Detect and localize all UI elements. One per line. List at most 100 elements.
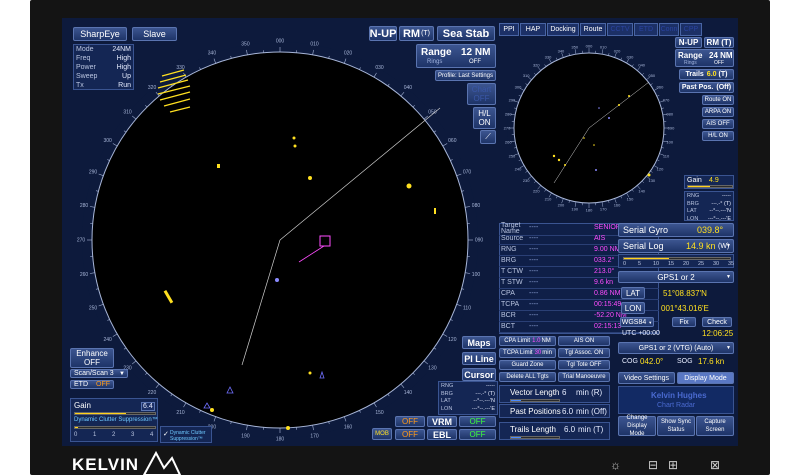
brightness-icon[interactable]: ☼ [610,458,621,472]
past-positions-control[interactable]: Past Positions 6.0 min (Off) [499,404,610,418]
plus-icon[interactable]: ⊞ [668,458,678,472]
sharpeye-button[interactable]: SharpEye [73,27,127,41]
etd-button[interactable]: ETD OFF [70,380,114,389]
target-field-label: RNG [501,246,517,253]
video-settings-button[interactable]: Video Settings [618,372,675,384]
hl-on-button[interactable]: H/L ON [702,131,734,141]
brand-panel: Kelvin Hughes Chart Radar [618,386,734,414]
mini-rm-button[interactable]: RM (T) [704,37,734,48]
mini-past-pos-button[interactable]: Past Pos. (Off) [679,82,734,93]
hl-button[interactable]: H/L ON [473,107,496,129]
tab-conn[interactable]: Conn [659,23,679,36]
guard-zone-button[interactable]: Guard Zone [499,360,556,370]
bearing-label: 110 [463,306,471,312]
mob-button[interactable]: MOB [372,428,392,440]
route-on-button[interactable]: Route ON [702,95,734,105]
ais-off-button[interactable]: AIS OFF [702,119,734,129]
dcs-slider[interactable] [74,426,156,429]
off-indicator-1[interactable]: OFF [395,416,425,427]
lat-button[interactable]: LAT [621,287,645,299]
datum-value: WGS84 [621,318,647,326]
delete-all-targets-button[interactable]: Delete ALL Tgts [499,372,556,382]
slave-button[interactable]: Slave [132,27,177,41]
tab-route[interactable]: Route [580,23,606,36]
ebl-state[interactable]: OFF [459,429,496,440]
mini-range-control[interactable]: Range 24 NM Rings OFF [675,49,734,67]
bearing-label: 060 [448,138,457,144]
serial-gyro-panel[interactable]: Serial Gyro 039.8° [618,223,734,237]
target-field-dash: ---- [529,301,539,308]
mini-trails-button[interactable]: Trails 6.0 (T) [679,69,734,80]
trial-manoeuvre-button[interactable]: Trial Manoeuvre [558,372,610,382]
tgl-assoc-button[interactable]: Tgl Assoc. ON [558,348,610,358]
nup-button[interactable]: N-UP [369,26,397,41]
bearing-label: 200 [558,203,565,208]
cursor-button[interactable]: Cursor [462,368,496,381]
cursor-readout: RNG ----- BRG ---.-° (T) LAT --°--.---'N LON --… [438,381,498,415]
minus-icon[interactable]: ⊟ [648,458,658,472]
maps-button[interactable]: Maps [462,336,496,349]
cpa-limit-button[interactable]: CPA Limit 1.0 NM [499,336,556,346]
target-field-dash: ---- [529,323,539,330]
show-sync-status-button[interactable]: Show Sync Status [657,416,695,436]
target-field-value: 9.00 NM [594,246,621,253]
info-value: 24NM [112,46,131,53]
lon-button[interactable]: LON [621,302,645,314]
menu-icon[interactable]: ⊠ [710,458,720,472]
profile-button[interactable]: Profile: Last Settings [435,70,496,81]
sog-value: 17.6 kn [698,357,725,366]
sea-stab-button[interactable]: Sea Stab [437,26,495,41]
vtg-source-button[interactable]: GPS1 or 2 (VTG) (Auto) ▼ [618,342,734,354]
rm-button[interactable]: RM (T) [399,26,434,41]
rm-label: RM [402,27,421,40]
target-field-label: BCT [501,323,515,330]
display-mode-button[interactable]: Display Mode [677,372,734,384]
target-field-dash: ---- [529,290,539,297]
off-indicator-2[interactable]: OFF [395,429,425,440]
bearing-label: 110 [663,154,670,159]
capture-screen-button[interactable]: Capture Screen [696,416,734,436]
datum-select[interactable]: WGS84 ▼ [620,317,654,327]
bearing-label: 210 [545,197,552,202]
cpa-limit-label: CPA Limit [504,338,531,344]
tab-etd[interactable]: ETD [634,23,658,36]
vrm-button[interactable]: VRM [427,416,457,427]
mini-ppi[interactable]: 000 010 020 030 040050 060 070 080 090 100 110 120 1… [499,38,679,218]
tcpa-limit-value: 30 [534,350,542,356]
tab-docking[interactable]: Docking [547,23,579,36]
mini-gain-slider[interactable] [687,185,733,188]
chart-button[interactable]: Chart OFF [467,83,496,105]
vector-length-control[interactable]: Vector Length 6 min (R) [499,385,610,403]
scan-select[interactable]: Scan/Scan 3 ▼ [70,369,128,378]
gps-source-button[interactable]: GPS1 or 2 ▼ [618,271,734,283]
tab-cctv[interactable]: CCTV [607,23,633,36]
tab-ppi[interactable]: PPI [499,23,519,36]
check-button[interactable]: Check [702,317,732,327]
bearing-label: 100 [666,140,673,145]
mini-nup-button[interactable]: N-UP [675,37,702,48]
change-display-mode-button[interactable]: Change Display Mode [618,415,656,437]
tcpa-limit-button[interactable]: TCPA Limit 30 min [499,348,556,358]
arpa-on-button[interactable]: ARPA ON [702,107,734,117]
tgl-tote-button[interactable]: Tgl Tote OFF [558,360,610,370]
vector-length-slider[interactable] [510,399,560,402]
tab-hap[interactable]: HAP [520,23,546,36]
tab-cpp[interactable]: CPP [680,23,702,36]
gain-slider[interactable] [74,412,156,415]
dcs-toggle[interactable]: ✓ Dynamic Clutter Suppression™ [160,426,212,443]
enhance-button[interactable]: Enhance OFF [70,348,114,368]
info-label: Power [76,64,96,71]
fix-button[interactable]: Fix [672,317,696,327]
ebl-button[interactable]: EBL [427,429,457,440]
serial-log-panel[interactable]: Serial Log 14.9 kn (W) ▼ [618,239,734,253]
pi-line-button[interactable]: PI Line [462,352,496,365]
chevron-down-icon: ▼ [648,319,653,325]
measure-tool-button[interactable]: ⟋ [480,130,496,144]
target-field-label: T CTW [501,268,524,275]
range-control[interactable]: Range 12 NM Rings OFF [416,44,496,68]
ais-on-button[interactable]: AIS ON [558,336,610,346]
trails-length-control[interactable]: Trails Length 6.0 min (T) [499,422,610,440]
trails-length-slider[interactable] [510,436,560,439]
vrm-state[interactable]: OFF [459,416,496,427]
dcs-label: Dynamic Clutter Suppression™ [74,417,158,423]
